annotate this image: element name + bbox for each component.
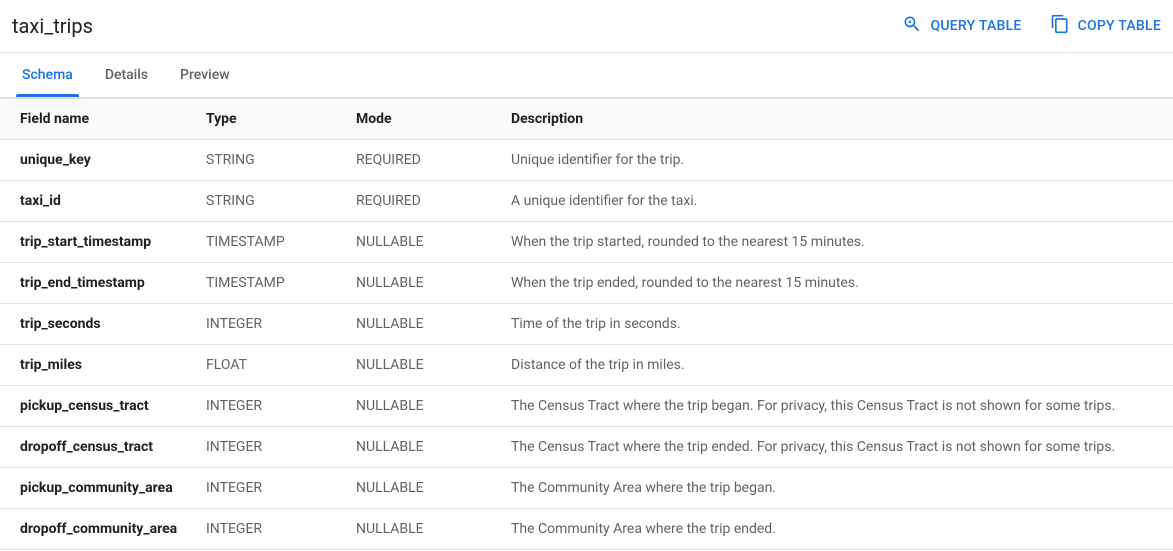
copy-table-button[interactable]: COPY TABLE — [1050, 10, 1161, 42]
table-row: taxi_idSTRINGREQUIREDA unique identifier… — [0, 181, 1173, 222]
query-table-button[interactable]: QUERY TABLE — [902, 10, 1021, 42]
field-description-cell: When the trip ended, rounded to the near… — [503, 263, 1173, 304]
tab-label: Preview — [180, 67, 230, 83]
header-mode: Mode — [348, 99, 503, 140]
field-type-cell: INTEGER — [198, 427, 348, 468]
field-description-cell: The Community Area where the trip ended. — [503, 509, 1173, 550]
header-field-name: Field name — [0, 99, 198, 140]
tab-label: Schema — [22, 67, 73, 83]
field-name-cell: trip_end_timestamp — [0, 263, 198, 304]
schema-table: Field name Type Mode Description unique_… — [0, 98, 1173, 550]
field-description-cell: The Census Tract where the trip began. F… — [503, 386, 1173, 427]
table-row: unique_keySTRINGREQUIREDUnique identifie… — [0, 140, 1173, 181]
table-row: dropoff_census_tractINTEGERNULLABLEThe C… — [0, 427, 1173, 468]
table-row: trip_secondsINTEGERNULLABLETime of the t… — [0, 304, 1173, 345]
field-mode-cell: NULLABLE — [348, 468, 503, 509]
tab-details[interactable]: Details — [89, 53, 164, 97]
page-title: taxi_trips — [12, 14, 93, 38]
table-header-row: Field name Type Mode Description — [0, 99, 1173, 140]
field-type-cell: INTEGER — [198, 386, 348, 427]
field-mode-cell: REQUIRED — [348, 181, 503, 222]
field-type-cell: TIMESTAMP — [198, 263, 348, 304]
field-name-cell: unique_key — [0, 140, 198, 181]
table-row: trip_start_timestampTIMESTAMPNULLABLEWhe… — [0, 222, 1173, 263]
field-mode-cell: NULLABLE — [348, 263, 503, 304]
field-mode-cell: NULLABLE — [348, 345, 503, 386]
field-type-cell: STRING — [198, 140, 348, 181]
field-mode-cell: NULLABLE — [348, 222, 503, 263]
field-name-cell: taxi_id — [0, 181, 198, 222]
page-header: taxi_trips QUERY TABLE COPY TABLE — [0, 0, 1173, 53]
tab-preview[interactable]: Preview — [164, 53, 246, 97]
field-type-cell: INTEGER — [198, 304, 348, 345]
tab-schema[interactable]: Schema — [6, 53, 89, 97]
table-row: trip_end_timestampTIMESTAMPNULLABLEWhen … — [0, 263, 1173, 304]
field-description-cell: When the trip started, rounded to the ne… — [503, 222, 1173, 263]
table-row: pickup_community_areaINTEGERNULLABLEThe … — [0, 468, 1173, 509]
query-table-label: QUERY TABLE — [930, 18, 1021, 34]
table-row: pickup_census_tractINTEGERNULLABLEThe Ce… — [0, 386, 1173, 427]
field-description-cell: Time of the trip in seconds. — [503, 304, 1173, 345]
field-description-cell: A unique identifier for the taxi. — [503, 181, 1173, 222]
field-description-cell: The Census Tract where the trip ended. F… — [503, 427, 1173, 468]
field-name-cell: trip_start_timestamp — [0, 222, 198, 263]
field-name-cell: trip_miles — [0, 345, 198, 386]
field-mode-cell: NULLABLE — [348, 509, 503, 550]
tab-label: Details — [105, 67, 148, 83]
field-name-cell: pickup_census_tract — [0, 386, 198, 427]
header-actions: QUERY TABLE COPY TABLE — [902, 10, 1161, 42]
field-mode-cell: NULLABLE — [348, 386, 503, 427]
field-name-cell: dropoff_community_area — [0, 509, 198, 550]
query-icon — [902, 14, 922, 38]
tabs: Schema Details Preview — [0, 53, 1173, 98]
field-type-cell: INTEGER — [198, 468, 348, 509]
field-type-cell: INTEGER — [198, 509, 348, 550]
field-mode-cell: NULLABLE — [348, 427, 503, 468]
field-description-cell: The Community Area where the trip began. — [503, 468, 1173, 509]
field-name-cell: dropoff_census_tract — [0, 427, 198, 468]
field-type-cell: FLOAT — [198, 345, 348, 386]
field-type-cell: TIMESTAMP — [198, 222, 348, 263]
table-row: trip_milesFLOATNULLABLEDistance of the t… — [0, 345, 1173, 386]
table-row: dropoff_community_areaINTEGERNULLABLEThe… — [0, 509, 1173, 550]
header-type: Type — [198, 99, 348, 140]
copy-table-label: COPY TABLE — [1078, 18, 1161, 34]
field-description-cell: Distance of the trip in miles. — [503, 345, 1173, 386]
field-type-cell: STRING — [198, 181, 348, 222]
field-mode-cell: REQUIRED — [348, 140, 503, 181]
field-mode-cell: NULLABLE — [348, 304, 503, 345]
header-description: Description — [503, 99, 1173, 140]
field-description-cell: Unique identifier for the trip. — [503, 140, 1173, 181]
copy-icon — [1050, 14, 1070, 38]
field-name-cell: trip_seconds — [0, 304, 198, 345]
field-name-cell: pickup_community_area — [0, 468, 198, 509]
